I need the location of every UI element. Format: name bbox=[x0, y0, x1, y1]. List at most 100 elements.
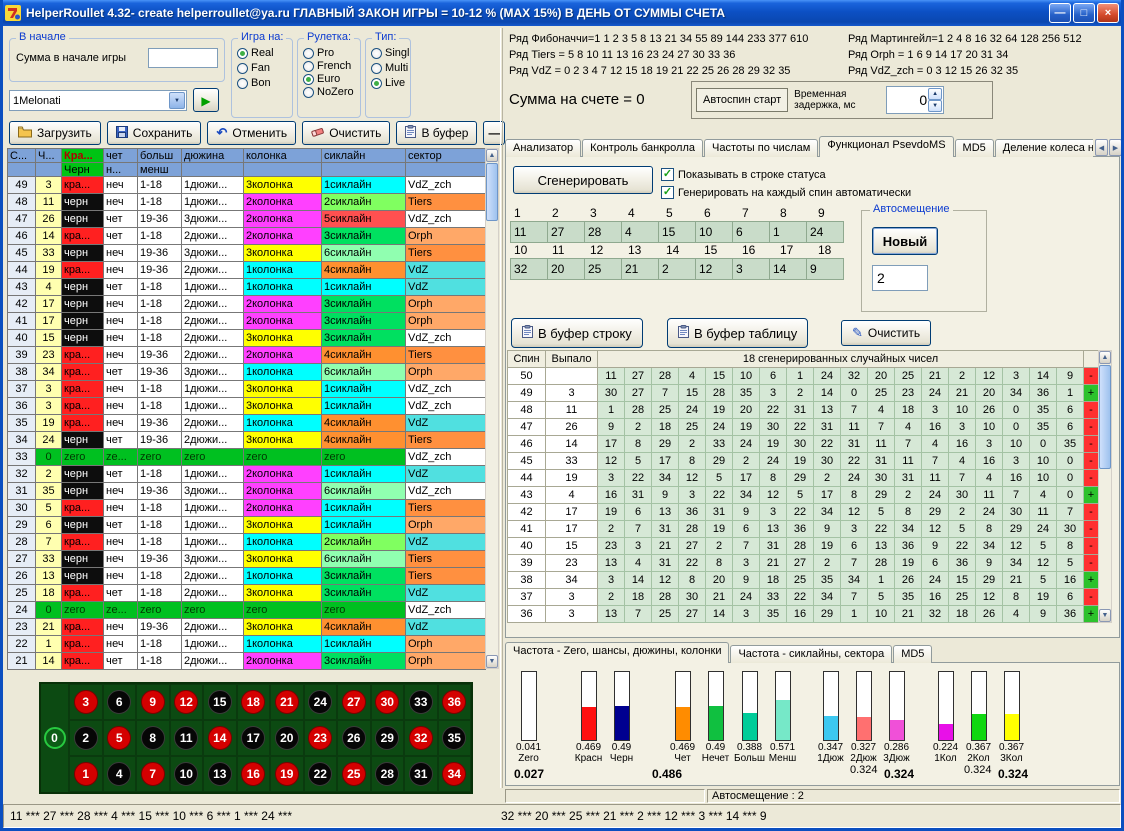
history-row[interactable]: 2114кра...чет1-182дюжи...2колонка3сиклай… bbox=[8, 653, 486, 670]
history-row[interactable]: 240zeroze...zerozerozerozeroVdZ_zch bbox=[8, 602, 486, 619]
history-row[interactable]: 2613черннеч1-182дюжи...1колонка3сиклайнT… bbox=[8, 568, 486, 585]
history-row[interactable]: 4726чернчет19-363дюжи...2колонка5сиклайн… bbox=[8, 211, 486, 228]
scroll-down-icon[interactable]: ▼ bbox=[486, 655, 498, 668]
scroll-up-icon[interactable]: ▲ bbox=[1099, 351, 1111, 364]
board-cell-27[interactable]: 27 bbox=[337, 684, 371, 720]
radio-french[interactable]: French bbox=[303, 60, 354, 72]
history-row[interactable]: 2518кра...чет1-182дюжи...3колонка3сиклай… bbox=[8, 585, 486, 602]
clear-gen-button[interactable]: ✎Очистить bbox=[841, 320, 931, 346]
history-row[interactable]: 4117черннеч1-182дюжи...2колонка3сиклайнO… bbox=[8, 313, 486, 330]
history-row[interactable]: 4533черннеч19-363дюжи...3колонка6сиклайн… bbox=[8, 245, 486, 262]
tab-Частота - Zero, шансы, дюжины, колонки[interactable]: Частота - Zero, шансы, дюжины, колонки bbox=[505, 642, 729, 663]
scrollbar-thumb[interactable] bbox=[1099, 365, 1111, 469]
generate-button[interactable]: Сгенерировать bbox=[513, 166, 653, 194]
radio-bon[interactable]: Bon bbox=[237, 77, 274, 89]
history-row[interactable]: 4614кра...чет1-182дюжи...2колонка3сиклай… bbox=[8, 228, 486, 245]
gen-row[interactable]: 50112728415106124322025212123149- bbox=[508, 368, 1099, 385]
gen-row[interactable]: 4811128252419202231137418310260356- bbox=[508, 402, 1099, 419]
board-cell-35[interactable]: 35 bbox=[438, 720, 472, 756]
load-button[interactable]: Загрузить bbox=[9, 121, 101, 145]
preset-combobox[interactable]: 1Melonati ▼ bbox=[9, 90, 187, 111]
history-row[interactable]: 373кра...неч1-181дюжи...3колонка1сиклайн… bbox=[8, 381, 486, 398]
tabs-scroll-left-icon[interactable]: ◀ bbox=[1095, 139, 1108, 156]
board-cell-7[interactable]: 7 bbox=[136, 756, 170, 792]
scroll-down-icon[interactable]: ▼ bbox=[1099, 609, 1111, 622]
board-cell-23[interactable]: 23 bbox=[304, 720, 338, 756]
radio-multi[interactable]: Multi bbox=[371, 62, 409, 74]
board-cell-6[interactable]: 6 bbox=[103, 684, 137, 720]
tab-Частоты по числам[interactable]: Частоты по числам bbox=[704, 139, 818, 157]
tab-Анализатор[interactable]: Анализатор bbox=[505, 139, 581, 157]
gen-row[interactable]: 3631372527143351629110213218264936+ bbox=[508, 606, 1099, 623]
save-button[interactable]: Сохранить bbox=[107, 121, 202, 145]
radio-fan[interactable]: Fan bbox=[237, 62, 274, 74]
board-cell-19[interactable]: 19 bbox=[270, 756, 304, 792]
board-cell-25[interactable]: 25 bbox=[337, 756, 371, 792]
board-cell-12[interactable]: 12 bbox=[170, 684, 204, 720]
copy-row-button[interactable]: В буфер строку bbox=[511, 318, 643, 348]
delay-input[interactable] bbox=[889, 89, 927, 111]
tab-Частота - сиклайны, сектора[interactable]: Частота - сиклайны, сектора bbox=[730, 645, 892, 663]
history-row[interactable]: 330zeroze...zerozerozerozeroVdZ_zch bbox=[8, 449, 486, 466]
board-cell-14[interactable]: 14 bbox=[203, 720, 237, 756]
tabs-scroll-right-icon[interactable]: ▶ bbox=[1109, 139, 1122, 156]
board-cell-3[interactable]: 3 bbox=[69, 684, 103, 720]
maximize-button[interactable]: □ bbox=[1073, 3, 1095, 23]
history-row[interactable]: 287кра...неч1-181дюжи...1колонка2сиклайн… bbox=[8, 534, 486, 551]
tab-Функционал PsevdoMS[interactable]: Функционал PsevdoMS bbox=[819, 136, 953, 157]
history-row[interactable]: 296чернчет1-181дюжи...3колонка1сиклайнOr… bbox=[8, 517, 486, 534]
tab-Контроль банкролла[interactable]: Контроль банкролла bbox=[582, 139, 703, 157]
board-cell-15[interactable]: 15 bbox=[203, 684, 237, 720]
radio-nozero[interactable]: NoZero bbox=[303, 86, 354, 98]
history-row[interactable]: 3923кра...неч19-362дюжи...2колонка4сикла… bbox=[8, 347, 486, 364]
history-row[interactable]: 2321кра...неч19-362дюжи...3колонка4сикла… bbox=[8, 619, 486, 636]
checkbox-status-line[interactable]: ✓Показывать в строке статуса bbox=[661, 168, 826, 181]
board-cell-31[interactable]: 31 bbox=[404, 756, 438, 792]
new-button[interactable]: Новый bbox=[872, 227, 938, 255]
board-cell-4[interactable]: 4 bbox=[103, 756, 137, 792]
chevron-down-icon[interactable]: ▼ bbox=[169, 92, 185, 109]
radio-real[interactable]: Real bbox=[237, 47, 274, 59]
board-cell-2[interactable]: 2 bbox=[69, 720, 103, 756]
history-row[interactable]: 493кра...неч1-181дюжи...3колонка1сиклайн… bbox=[8, 177, 486, 194]
board-cell-22[interactable]: 22 bbox=[304, 756, 338, 792]
radio-live[interactable]: Live bbox=[371, 77, 409, 89]
board-cell-29[interactable]: 29 bbox=[371, 720, 405, 756]
gen-row[interactable]: 411727312819613369322341258292430- bbox=[508, 521, 1099, 538]
history-row[interactable]: 4419кра...неч19-362дюжи...1колонка4сикла… bbox=[8, 262, 486, 279]
board-cell-10[interactable]: 10 bbox=[170, 756, 204, 792]
history-row[interactable]: 2733черннеч19-363дюжи...3колонка6сиклайн… bbox=[8, 551, 486, 568]
board-cell-34[interactable]: 34 bbox=[438, 756, 472, 792]
board-cell-17[interactable]: 17 bbox=[237, 720, 271, 756]
radio-singl[interactable]: Singl bbox=[371, 47, 409, 59]
board-cell-18[interactable]: 18 bbox=[237, 684, 271, 720]
tab-MD5[interactable]: MD5 bbox=[955, 139, 994, 157]
history-row[interactable]: 3135черннеч19-363дюжи...2колонка6сиклайн… bbox=[8, 483, 486, 500]
board-cell-36[interactable]: 36 bbox=[438, 684, 472, 720]
checkbox-auto-generate[interactable]: ✓Генерировать на каждый спин автоматичес… bbox=[661, 186, 911, 199]
gen-scrollbar[interactable]: ▲ ▼ bbox=[1098, 350, 1112, 623]
history-row[interactable]: 4015черннеч1-182дюжи...3колонка3сиклайнV… bbox=[8, 330, 486, 347]
board-cell-32[interactable]: 32 bbox=[404, 720, 438, 756]
board-cell-20[interactable]: 20 bbox=[270, 720, 304, 756]
board-zero-cell[interactable]: 0 bbox=[41, 684, 69, 792]
clear-button[interactable]: Очистить bbox=[302, 121, 390, 145]
panel-splitter[interactable] bbox=[500, 28, 503, 788]
board-cell-28[interactable]: 28 bbox=[371, 756, 405, 792]
board-cell-8[interactable]: 8 bbox=[136, 720, 170, 756]
history-row[interactable]: 221кра...неч1-181дюжи...1колонка1сиклайн… bbox=[8, 636, 486, 653]
gen-row[interactable]: 401523321272731281961336922341258- bbox=[508, 538, 1099, 555]
tab-MD5[interactable]: MD5 bbox=[893, 645, 932, 663]
autospin-button[interactable]: Автоспин старт bbox=[696, 88, 788, 112]
board-cell-16[interactable]: 16 bbox=[237, 756, 271, 792]
board-cell-11[interactable]: 11 bbox=[170, 720, 204, 756]
begin-sum-input[interactable] bbox=[148, 48, 218, 68]
close-button[interactable]: × bbox=[1097, 3, 1119, 23]
history-row[interactable]: 434чернчет1-181дюжи...1колонка1сиклайнVd… bbox=[8, 279, 486, 296]
minimize-button[interactable]: — bbox=[1049, 3, 1071, 23]
copy-buffer-button[interactable]: В буфер bbox=[396, 121, 477, 145]
board-cell-26[interactable]: 26 bbox=[337, 720, 371, 756]
history-row[interactable]: 3424чернчет19-362дюжи...3колонка4сиклайн… bbox=[8, 432, 486, 449]
history-scrollbar[interactable]: ▲ ▼ bbox=[485, 148, 499, 669]
board-cell-21[interactable]: 21 bbox=[270, 684, 304, 720]
